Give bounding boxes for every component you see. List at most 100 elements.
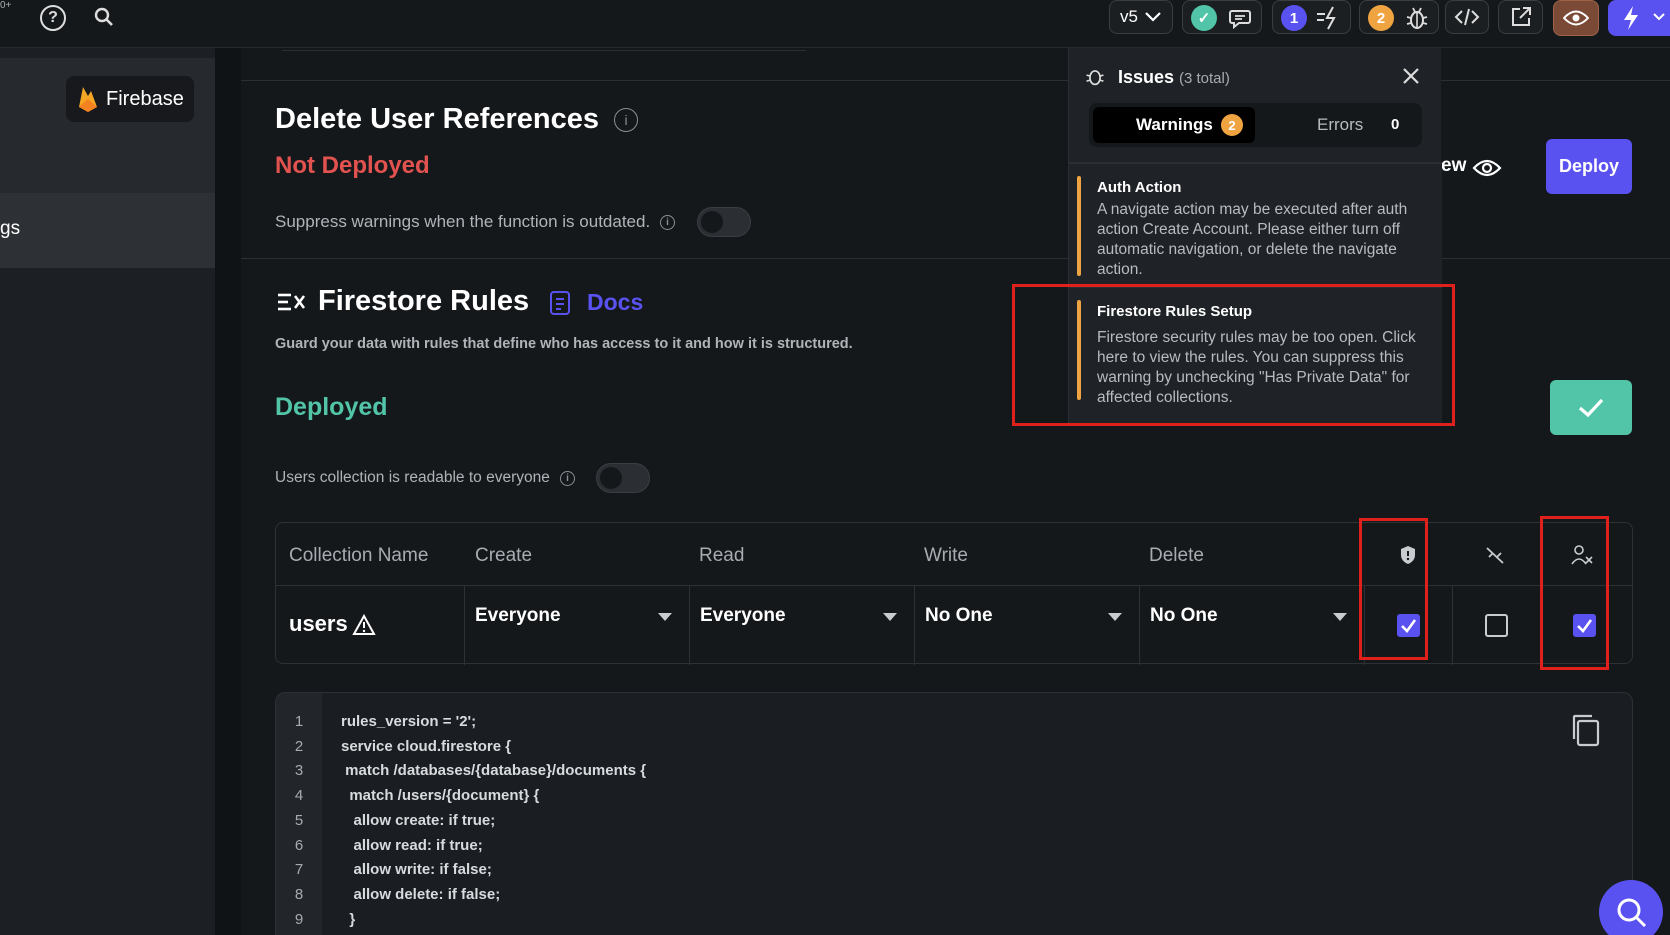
docs-link[interactable]: Docs bbox=[587, 289, 643, 316]
copy-icon[interactable] bbox=[1570, 713, 1602, 749]
code-line: service cloud.firestore { bbox=[341, 737, 512, 755]
line-number: 1 bbox=[294, 713, 304, 730]
divider bbox=[282, 50, 806, 51]
create-permission-select[interactable]: Everyone bbox=[475, 605, 561, 627]
users-readable-toggle[interactable] bbox=[596, 463, 650, 493]
sidebar: Firebase gs bbox=[0, 48, 215, 935]
docs-icon[interactable] bbox=[548, 290, 572, 316]
caret-down-icon[interactable] bbox=[1108, 613, 1122, 621]
firebase-label: Firebase bbox=[106, 87, 184, 110]
sidebar-item-selected[interactable]: gs bbox=[0, 193, 215, 268]
firebase-logo-icon bbox=[79, 87, 97, 112]
firestore-description: Guard your data with rules that define w… bbox=[275, 336, 853, 352]
top-bar: 0+ ? v5 ✓ 1 2 bbox=[0, 0, 1670, 48]
code-line: rules_version = '2'; bbox=[341, 713, 477, 730]
divider bbox=[241, 80, 1670, 81]
link-off-icon bbox=[1486, 547, 1504, 564]
line-number: 3 bbox=[294, 762, 304, 780]
version-dropdown[interactable]: v5 bbox=[1109, 0, 1173, 34]
rules-icon bbox=[278, 293, 306, 311]
search-icon bbox=[1617, 898, 1647, 928]
view-label[interactable]: ew bbox=[1441, 155, 1466, 177]
cell-divider bbox=[1452, 585, 1453, 665]
firebase-pill[interactable]: Firebase bbox=[66, 76, 194, 122]
read-permission-select[interactable]: Everyone bbox=[700, 605, 786, 627]
deployed-status: Deployed bbox=[275, 393, 388, 421]
code-line: allow create: if true; bbox=[341, 811, 496, 829]
sidebar-item-label: gs bbox=[0, 218, 21, 239]
line-number: 6 bbox=[294, 836, 304, 854]
warnings-count-badge: 2 bbox=[1221, 114, 1243, 136]
eye-icon[interactable] bbox=[1472, 157, 1502, 179]
line-number: 7 bbox=[294, 861, 304, 879]
code-line: match /users/{document} { bbox=[341, 787, 540, 805]
chevron-down-icon bbox=[1145, 12, 1161, 22]
cell-divider bbox=[464, 585, 465, 665]
line-number: 9 bbox=[294, 910, 304, 928]
tab-warnings-label: Warnings bbox=[1136, 115, 1213, 134]
header-collection-name: Collection Name bbox=[289, 545, 429, 566]
close-icon[interactable] bbox=[1401, 66, 1421, 86]
check-status-icon: ✓ bbox=[1191, 5, 1217, 31]
suppress-warnings-toggle[interactable] bbox=[697, 207, 751, 237]
version-label: v5 bbox=[1120, 7, 1138, 26]
issues-title: Issues bbox=[1118, 67, 1175, 87]
code-button[interactable] bbox=[1445, 0, 1489, 34]
deploy-button[interactable]: Deploy bbox=[1546, 139, 1632, 194]
cell-divider bbox=[1139, 585, 1140, 665]
open-external-button[interactable] bbox=[1498, 0, 1543, 34]
errors-count: 0 bbox=[1391, 116, 1400, 133]
help-icon[interactable]: ? bbox=[40, 5, 66, 31]
actions-group[interactable]: 1 bbox=[1272, 0, 1351, 34]
search-icon[interactable] bbox=[92, 5, 116, 29]
info-icon[interactable]: i bbox=[614, 108, 638, 132]
sidebar-gutter bbox=[215, 48, 241, 935]
delete-permission-select[interactable]: No One bbox=[1150, 605, 1218, 627]
lightning-icon bbox=[1624, 6, 1638, 30]
status-chat-group[interactable]: ✓ bbox=[1182, 0, 1262, 34]
header-delete: Delete bbox=[1149, 545, 1204, 566]
external-link-icon bbox=[1511, 7, 1531, 26]
users-readable-label: Users collection is readable to everyone bbox=[275, 469, 550, 486]
check-icon bbox=[1578, 398, 1604, 417]
write-permission-select[interactable]: No One bbox=[925, 605, 993, 627]
chat-icon[interactable] bbox=[1228, 6, 1254, 30]
caret-down-icon[interactable] bbox=[1333, 613, 1347, 621]
rules-code-block: 12345678910 rules_version = '2';service … bbox=[275, 692, 1633, 935]
code-line: allow read: if true; bbox=[341, 836, 483, 854]
preview-button[interactable] bbox=[1553, 0, 1599, 36]
table-divider bbox=[276, 585, 1632, 586]
code-line: allow write: if false; bbox=[341, 861, 492, 879]
warning-icon bbox=[352, 614, 376, 635]
caret-down-icon[interactable] bbox=[658, 613, 672, 621]
run-button[interactable] bbox=[1608, 0, 1670, 36]
deployed-check-button[interactable] bbox=[1550, 380, 1632, 435]
issues-total: (3 total) bbox=[1179, 70, 1230, 87]
info-icon[interactable]: i bbox=[660, 215, 675, 230]
floating-search-button[interactable] bbox=[1599, 880, 1663, 935]
bug-icon bbox=[1086, 70, 1104, 86]
unlink-checkbox[interactable] bbox=[1485, 614, 1508, 637]
firestore-rules-title: Firestore Rules bbox=[318, 285, 530, 317]
code-line: } bbox=[341, 910, 356, 928]
top-left-badge: 0+ bbox=[0, 0, 12, 11]
line-number: 5 bbox=[294, 811, 304, 829]
highlight-box-issue bbox=[1012, 284, 1455, 426]
info-icon[interactable]: i bbox=[560, 471, 575, 486]
header-read: Read bbox=[699, 545, 745, 566]
suppress-warnings-label: Suppress warnings when the function is o… bbox=[275, 212, 651, 231]
code-line: allow delete: if false; bbox=[341, 885, 501, 903]
sidebar-brand-area: Firebase bbox=[0, 58, 215, 193]
tab-errors[interactable]: Errors bbox=[1317, 115, 1363, 135]
issue-title: Auth Action bbox=[1097, 179, 1182, 196]
issue-item-auth-action[interactable]: Auth Action A navigate action may be exe… bbox=[1069, 164, 1442, 286]
highlight-box-private-data bbox=[1359, 518, 1428, 660]
divider bbox=[241, 258, 1670, 259]
issues-tabs: Warnings 2 Errors 0 bbox=[1089, 103, 1422, 147]
line-number: 8 bbox=[294, 885, 304, 903]
bug-icon bbox=[1406, 7, 1428, 29]
lightning-list-icon bbox=[1317, 6, 1336, 30]
collection-name[interactable]: users bbox=[289, 611, 348, 637]
issues-group[interactable]: 2 bbox=[1359, 0, 1439, 34]
caret-down-icon[interactable] bbox=[883, 613, 897, 621]
